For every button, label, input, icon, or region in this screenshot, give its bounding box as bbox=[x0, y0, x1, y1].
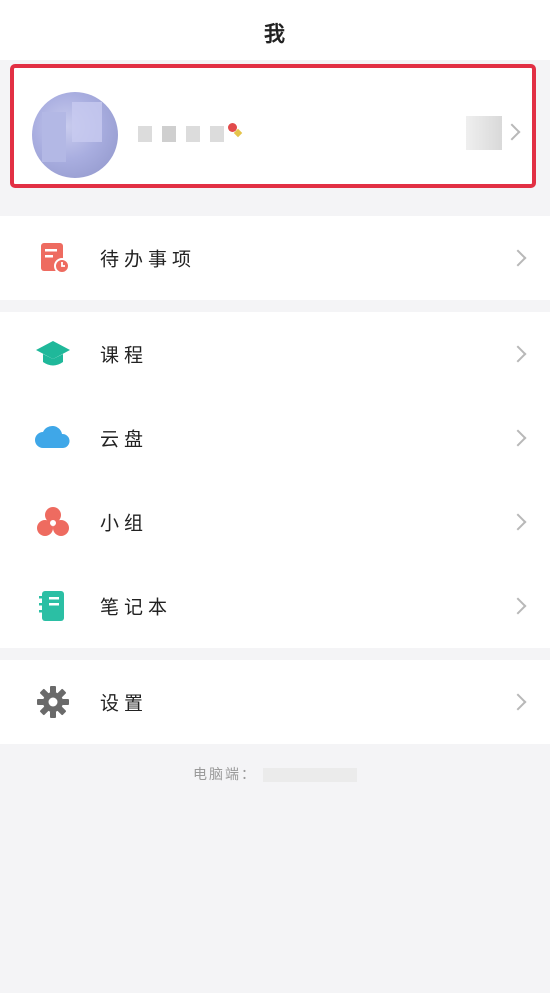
menu-item-label: 小组 bbox=[100, 512, 149, 535]
menu-item-cloud[interactable]: 云盘 bbox=[0, 396, 550, 480]
profile-card[interactable] bbox=[10, 64, 536, 188]
cloud-icon bbox=[35, 425, 70, 448]
gear-icon bbox=[37, 686, 69, 718]
desktop-login-info: 电脑端： bbox=[0, 764, 550, 784]
group-icon bbox=[37, 507, 69, 536]
footer-value-redacted bbox=[263, 768, 357, 782]
menu-item-todo[interactable]: 待办事项 bbox=[0, 216, 550, 300]
profile-name-redacted bbox=[138, 126, 224, 142]
chevron-right-icon bbox=[509, 597, 527, 615]
avatar[interactable] bbox=[32, 92, 118, 178]
menu-group-todo: 待办事项 bbox=[0, 216, 550, 300]
chevron-right-icon bbox=[509, 429, 527, 447]
menu-item-label: 待办事项 bbox=[100, 248, 197, 271]
menu-item-notebook[interactable]: 笔记本 bbox=[0, 564, 550, 648]
header-bar: 我 bbox=[0, 0, 550, 60]
chevron-right-icon bbox=[509, 693, 527, 711]
menu-item-label: 设置 bbox=[100, 692, 149, 715]
menu-group-main: 课程 云盘 小组 笔记本 bbox=[0, 312, 550, 648]
menu-item-settings[interactable]: 设置 bbox=[0, 660, 550, 744]
notebook-icon bbox=[39, 591, 64, 621]
footer-label: 电脑端： bbox=[193, 767, 257, 783]
menu-item-label: 笔记本 bbox=[100, 596, 173, 619]
chevron-right-icon bbox=[509, 513, 527, 531]
qr-code-redacted bbox=[466, 116, 502, 150]
menu-item-label: 课程 bbox=[100, 344, 149, 367]
menu-item-group[interactable]: 小组 bbox=[0, 480, 550, 564]
page-title: 我 bbox=[264, 22, 286, 46]
todo-list-icon bbox=[41, 243, 70, 274]
chevron-right-icon bbox=[503, 123, 521, 141]
graduation-cap-icon bbox=[36, 341, 70, 366]
chevron-right-icon bbox=[509, 345, 527, 363]
menu-item-label: 云盘 bbox=[100, 428, 149, 451]
chevron-right-icon bbox=[509, 249, 527, 267]
menu-group-settings: 设置 bbox=[0, 660, 550, 744]
menu-item-course[interactable]: 课程 bbox=[0, 312, 550, 396]
